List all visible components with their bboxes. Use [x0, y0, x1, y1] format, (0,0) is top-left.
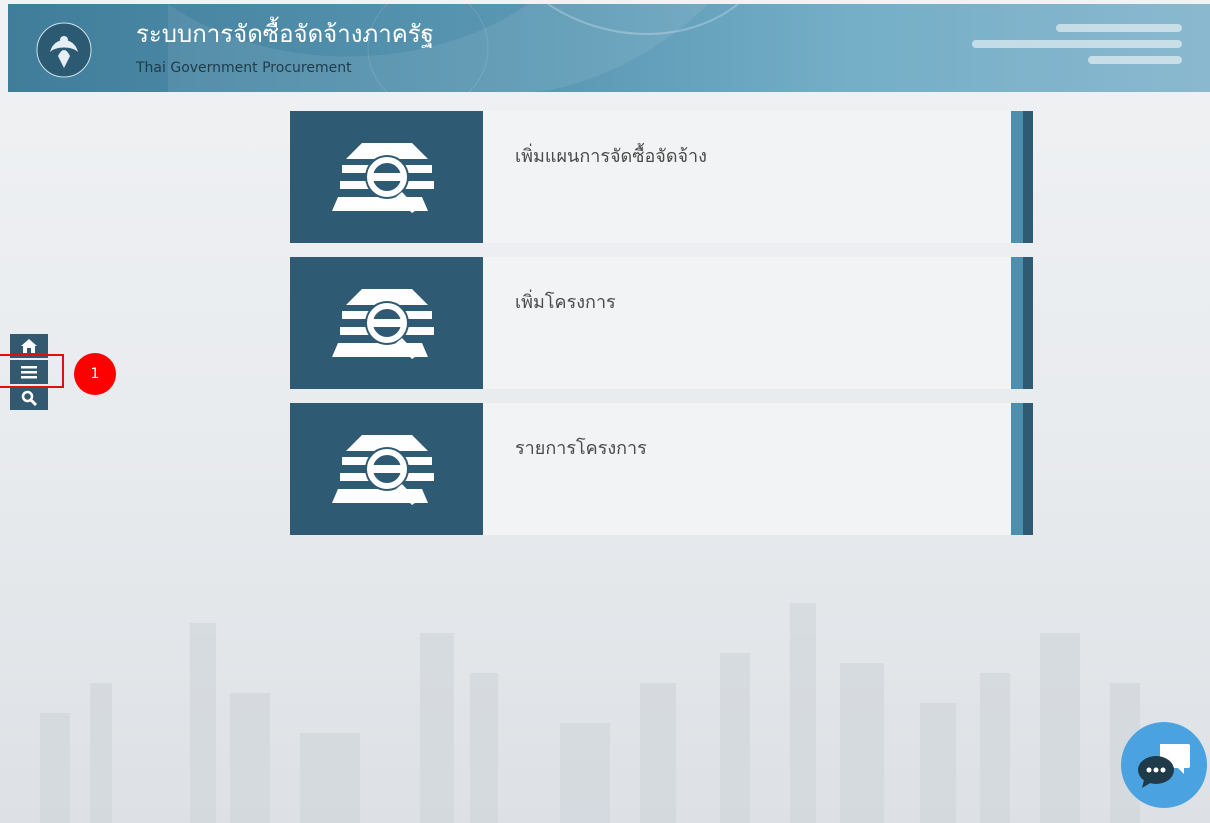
app-header: ระบบการจัดซื้อจัดจ้างภาครัฐ Thai Governm…: [8, 4, 1210, 92]
menu-card-icon-panel: [290, 111, 483, 243]
procurement-search-icon: [331, 289, 434, 359]
menu-card-label: รายการโครงการ: [515, 438, 647, 459]
search-button[interactable]: [10, 386, 48, 410]
menu-card-project-list[interactable]: รายการโครงการ: [290, 403, 1033, 535]
skyline-background: [40, 603, 1140, 823]
annotation-highlight-box: [0, 354, 64, 388]
app-title-english: Thai Government Procurement: [136, 60, 352, 76]
menu-card-add-procurement-plan[interactable]: เพิ่มแผนการจัดซื้อจัดจ้าง: [290, 111, 1033, 243]
menu-card-accent-edge: [1023, 111, 1033, 243]
home-icon: [21, 339, 37, 353]
app-title-thai: ระบบการจัดซื้อจัดจ้างภาครัฐ: [136, 20, 434, 48]
menu-card-accent-edge: [1023, 257, 1033, 389]
menu-card-accent: [1011, 403, 1023, 535]
menu-card-body: รายการโครงการ: [483, 403, 1011, 535]
search-icon: [21, 390, 37, 406]
procurement-search-icon: [331, 435, 434, 505]
menu-card-accent-edge: [1023, 403, 1033, 535]
menu-card-body: เพิ่มแผนการจัดซื้อจัดจ้าง: [483, 111, 1011, 243]
header-blurred-info: [972, 16, 1182, 84]
menu-card-accent: [1011, 111, 1023, 243]
procurement-search-icon: [331, 143, 434, 213]
menu-card-label: เพิ่มแผนการจัดซื้อจัดจ้าง: [515, 146, 707, 167]
government-emblem-icon: [36, 22, 92, 78]
menu-card-accent: [1011, 257, 1023, 389]
annotation-marker: 1: [74, 353, 116, 395]
menu-card-label: เพิ่มโครงการ: [515, 292, 616, 313]
menu-card-add-project[interactable]: เพิ่มโครงการ: [290, 257, 1033, 389]
chat-button[interactable]: [1121, 722, 1207, 808]
menu-card-icon-panel: [290, 257, 483, 389]
menu-card-icon-panel: [290, 403, 483, 535]
chat-icon: [1138, 744, 1190, 788]
menu-card-body: เพิ่มโครงการ: [483, 257, 1011, 389]
